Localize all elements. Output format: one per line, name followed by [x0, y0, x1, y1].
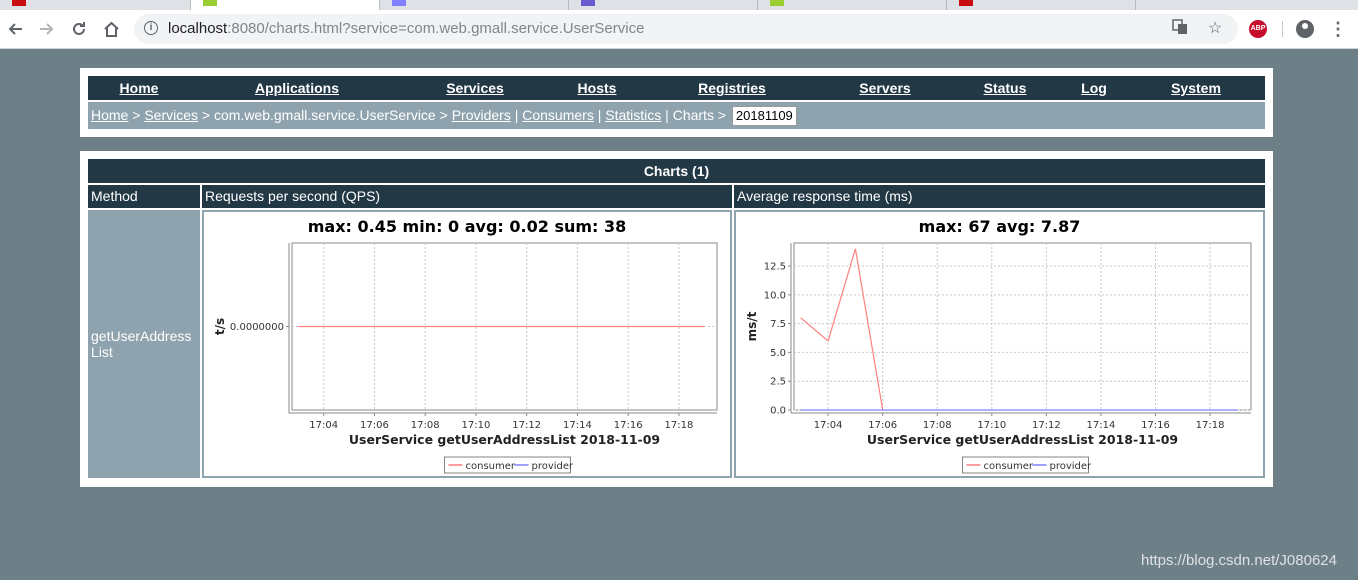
- x-axis-label: UserService getUserAddressList 2018-11-0…: [867, 432, 1178, 447]
- chart-title: max: 0.45 min: 0 avg: 0.02 sum: 38: [308, 217, 627, 236]
- favicon-icon: [581, 0, 595, 6]
- charts-panel: Charts (1) Method Requests per second (Q…: [80, 151, 1273, 487]
- breadcrumb: Home > Services > com.web.gmall.service.…: [88, 102, 1265, 129]
- back-arrow-icon[interactable]: [0, 10, 30, 48]
- chart-title: max: 67 avg: 7.87: [919, 217, 1081, 236]
- nav-log[interactable]: Log: [1081, 80, 1107, 96]
- nav-applications[interactable]: Applications: [255, 80, 339, 96]
- x-tick-label: 17:14: [563, 420, 592, 431]
- reload-icon[interactable]: [64, 10, 94, 48]
- x-tick-label: 17:16: [614, 420, 643, 431]
- y-tick-label: 2.5: [770, 377, 786, 388]
- url-text: localhost:8080/charts.html?service=com.w…: [168, 20, 645, 37]
- breadcrumb-charts: Charts: [672, 107, 714, 123]
- browser-toolbar: i localhost:8080/charts.html?service=com…: [0, 10, 1358, 49]
- breadcrumb-sep: >: [717, 107, 730, 123]
- header-qps: Requests per second (QPS): [202, 185, 732, 208]
- breadcrumb-sep: >: [439, 107, 452, 123]
- header-rt: Average response time (ms): [734, 185, 1265, 208]
- breadcrumb-sep: >: [201, 107, 214, 123]
- home-icon[interactable]: [96, 10, 126, 48]
- table-caption: Charts (1): [88, 159, 1265, 183]
- breadcrumb-sep: >: [132, 107, 145, 123]
- main-nav: Home Applications Services Hosts Registr…: [88, 76, 1265, 100]
- x-tick-label: 17:06: [868, 420, 897, 431]
- nav-status[interactable]: Status: [984, 80, 1027, 96]
- toolbar-divider: [1282, 21, 1283, 37]
- x-tick-label: 17:16: [1141, 420, 1170, 431]
- nav-hosts[interactable]: Hosts: [578, 80, 617, 96]
- y-tick-label: 7.5: [770, 319, 786, 330]
- breadcrumb-consumers[interactable]: Consumers: [522, 107, 594, 123]
- x-tick-label: 17:06: [360, 420, 389, 431]
- x-tick-label: 17:12: [1032, 420, 1061, 431]
- y-axis-label: t/s: [213, 318, 227, 335]
- nav-servers[interactable]: Servers: [859, 80, 910, 96]
- favicon-icon: [12, 0, 26, 6]
- method-cell: getUserAddressList: [88, 210, 200, 478]
- x-tick-label: 17:18: [1196, 420, 1225, 431]
- x-tick-label: 17:10: [977, 420, 1006, 431]
- browser-tab[interactable]: [947, 0, 1136, 10]
- header-method: Method: [88, 185, 200, 208]
- bookmark-star-icon[interactable]: ☆: [1205, 19, 1225, 39]
- browser-tab[interactable]: [758, 0, 947, 10]
- breadcrumb-providers[interactable]: Providers: [452, 107, 511, 123]
- x-tick-label: 17:12: [512, 420, 541, 431]
- y-tick-label: 10.0: [764, 290, 786, 301]
- browser-tab-active[interactable]: [191, 0, 380, 10]
- y-tick-label: 5.0: [770, 348, 786, 359]
- x-tick-label: 17:08: [923, 420, 952, 431]
- nav-registries[interactable]: Registries: [698, 80, 766, 96]
- rt-chart-cell: max: 67 avg: 7.87 17:04 17:06 17:08 17:10 17:…: [734, 210, 1265, 478]
- x-tick-label: 17:04: [309, 420, 338, 431]
- tab-strip: [0, 0, 1358, 10]
- more-menu-icon[interactable]: ⋮: [1328, 18, 1348, 40]
- date-input[interactable]: 20181109: [731, 106, 797, 126]
- browser-tab[interactable]: [380, 0, 569, 10]
- legend-label-consumer: consumer: [984, 461, 1034, 472]
- nav-system[interactable]: System: [1171, 80, 1221, 96]
- qps-chart: max: 0.45 min: 0 avg: 0.02 sum: 38 17:04 1…: [204, 212, 730, 476]
- favicon-icon: [770, 0, 784, 6]
- plot-area: [793, 242, 1252, 411]
- nav-home[interactable]: Home: [120, 80, 159, 96]
- favicon-icon: [959, 0, 973, 6]
- profile-avatar-icon[interactable]: [1296, 20, 1314, 38]
- x-tick-label: 17:18: [665, 420, 694, 431]
- browser-tab[interactable]: [569, 0, 758, 10]
- info-icon[interactable]: i: [144, 21, 158, 35]
- method-name: getUserAddressList: [91, 328, 192, 360]
- qps-chart-cell: max: 0.45 min: 0 avg: 0.02 sum: 38 17:04 1…: [202, 210, 732, 478]
- breadcrumb-services[interactable]: Services: [144, 107, 198, 123]
- adblock-plus-icon[interactable]: ABP: [1249, 20, 1267, 38]
- breadcrumb-service-name: com.web.gmall.service.UserService: [213, 107, 436, 123]
- y-tick-label: 0.0000000: [230, 322, 284, 333]
- watermark: https://blog.csdn.net/J080624: [1141, 552, 1337, 569]
- legend-label-provider: provider: [1050, 461, 1093, 472]
- breadcrumb-home[interactable]: Home: [91, 107, 128, 123]
- y-tick-label: 0.0: [770, 406, 786, 417]
- browser-tab[interactable]: [0, 0, 191, 10]
- favicon-icon: [392, 0, 406, 6]
- legend-label-provider: provider: [532, 461, 575, 472]
- forward-arrow-icon[interactable]: [32, 10, 62, 48]
- address-bar[interactable]: i localhost:8080/charts.html?service=com…: [134, 14, 1238, 44]
- y-axis-label: ms/t: [745, 311, 759, 341]
- x-tick-label: 17:10: [462, 420, 491, 431]
- translate-icon[interactable]: [1170, 19, 1190, 39]
- x-tick-label: 17:08: [411, 420, 440, 431]
- breadcrumb-pipe: |: [665, 107, 673, 123]
- nav-services[interactable]: Services: [446, 80, 504, 96]
- header-panel: Home Applications Services Hosts Registr…: [80, 68, 1273, 137]
- x-axis-label: UserService getUserAddressList 2018-11-0…: [349, 432, 660, 447]
- y-tick-label: 12.5: [764, 262, 786, 273]
- x-tick-label: 17:14: [1087, 420, 1116, 431]
- x-tick-label: 17:04: [814, 420, 843, 431]
- breadcrumb-statistics[interactable]: Statistics: [605, 107, 661, 123]
- rt-chart: max: 67 avg: 7.87 17:04 17:06 17:08 17:10 17:…: [736, 212, 1263, 476]
- legend-label-consumer: consumer: [466, 461, 516, 472]
- favicon-icon: [203, 0, 217, 6]
